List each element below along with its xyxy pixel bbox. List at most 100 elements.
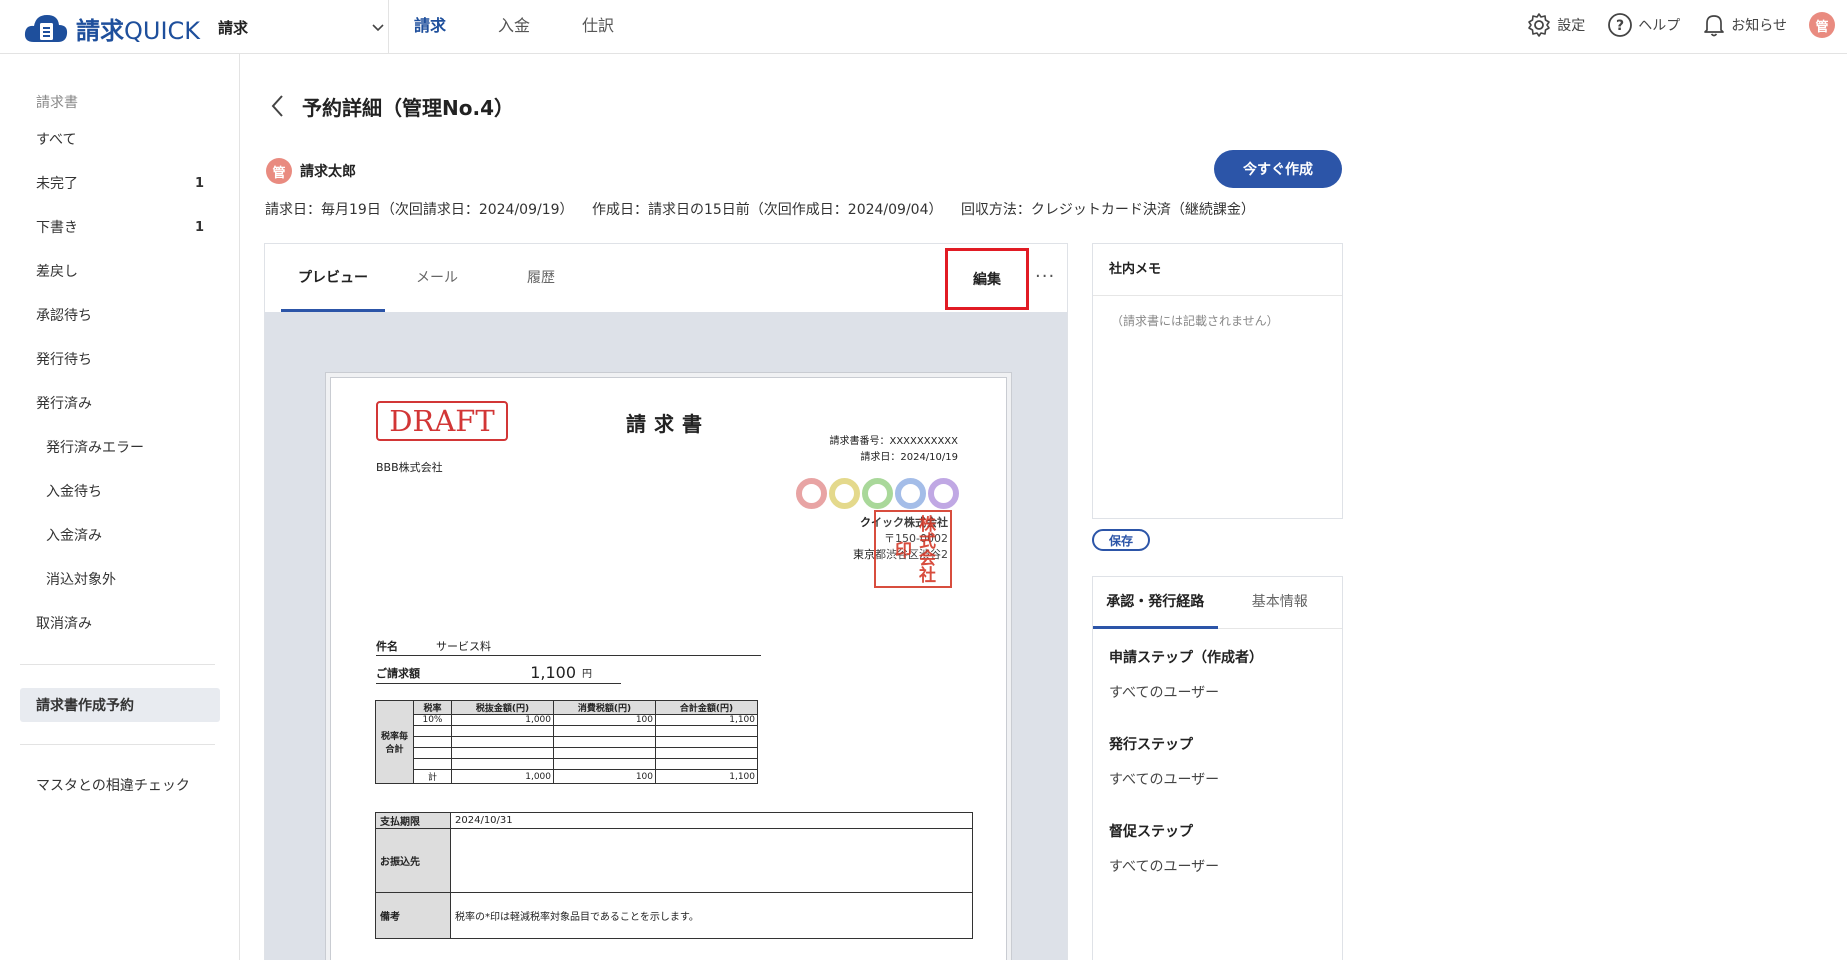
sidebar-item-reservation[interactable]: 請求書作成予約 xyxy=(20,688,220,722)
notifications-button[interactable]: お知らせ xyxy=(1702,12,1787,38)
sidebar-item-label: 入金済み xyxy=(46,528,102,544)
nav-payment[interactable]: 入金 xyxy=(472,0,556,54)
note-label: 備考 xyxy=(375,892,451,939)
table-row xyxy=(376,758,758,770)
bell-icon xyxy=(1704,15,1725,37)
tax-header: 合計金額(円) xyxy=(655,700,758,715)
create-now-button[interactable]: 今すぐ作成 xyxy=(1214,150,1342,188)
nav-billing[interactable]: 請求 xyxy=(388,0,472,54)
memo-title: 社内メモ xyxy=(1093,244,1342,296)
chevron-left-icon xyxy=(271,95,283,117)
tab-mail[interactable]: メール xyxy=(385,244,489,312)
page-title: 予約詳細（管理No.4） xyxy=(302,96,514,120)
sidebar-item-issued[interactable]: 発行済み xyxy=(20,386,220,420)
table-row: 計 1,000 100 1,100 xyxy=(376,769,758,784)
billing-day: 請求日：毎月19日（次回請求日：2024/09/19） xyxy=(265,202,574,218)
sidebar-item-awaiting-issue[interactable]: 発行待ち xyxy=(20,342,220,376)
sidebar-item-draft[interactable]: 下書き 1 xyxy=(20,210,220,244)
draft-stamp: DRAFT xyxy=(376,401,508,441)
tax-total-label: 計 xyxy=(413,769,452,784)
settings-button[interactable]: 設定 xyxy=(1526,12,1585,38)
approval-circle xyxy=(796,478,827,509)
sidebar-item-all[interactable]: すべて xyxy=(20,122,220,156)
create-day: 作成日：請求日の15日前（次回作成日：2024/09/04） xyxy=(591,202,943,218)
module-select-value: 請求 xyxy=(218,18,249,37)
sidebar-item-awaiting-payment[interactable]: 入金待ち xyxy=(30,474,220,508)
notifications-label: お知らせ xyxy=(1731,18,1787,34)
settings-label: 設定 xyxy=(1557,18,1586,34)
sidebar-item-returned[interactable]: 差戻し xyxy=(20,254,220,288)
sidebar-item-label: 発行済みエラー xyxy=(46,440,144,456)
collection-method: 回収方法：クレジットカード決済（継続課金） xyxy=(960,202,1255,218)
module-select[interactable]: 請求 xyxy=(218,10,386,44)
tab-basic-info[interactable]: 基本情報 xyxy=(1218,577,1343,628)
sidebar-item-count: 1 xyxy=(194,175,204,191)
back-button[interactable] xyxy=(268,92,288,124)
company-seal: 株式会社印 xyxy=(874,510,952,588)
main-nav: 請求 入金 仕訳 xyxy=(388,0,640,54)
approval-card: 承認・発行経路 基本情報 申請ステップ（作成者） すべてのユーザー 発行ステップ… xyxy=(1092,576,1343,960)
invoice-paper: DRAFT 請求書 請求書番号：XXXXXXXXXX 請求日：2024/10/1… xyxy=(331,378,1006,960)
sidebar: 請求書 すべて 未完了 1 下書き 1 差戻し 承認待ち 発行待ち 発行済み 発行済… xyxy=(0,54,240,960)
table-row: 10% 1,000 100 1,100 xyxy=(376,714,758,726)
sidebar-item-paid[interactable]: 入金済み xyxy=(30,518,220,552)
help-button[interactable]: ? ヘルプ xyxy=(1607,12,1680,38)
sidebar-item-cancelled[interactable]: 取消済み xyxy=(20,606,220,640)
due-value: 2024/10/31 xyxy=(450,812,973,829)
amount-value: 1,100 xyxy=(530,663,576,682)
approval-circle xyxy=(862,478,893,509)
svg-text:?: ? xyxy=(1616,18,1624,34)
sidebar-item-incomplete[interactable]: 未完了 1 xyxy=(20,166,220,200)
creator-avatar: 管 xyxy=(266,158,292,184)
creator-info: 管 請求太郎 xyxy=(266,158,356,184)
tax-header: 税率 xyxy=(413,700,452,715)
user-avatar[interactable]: 管 xyxy=(1809,12,1835,38)
sidebar-item-label: 差戻し xyxy=(36,264,78,280)
due-label: 支払期限 xyxy=(375,812,451,829)
top-right-menu: 設定 ? ヘルプ お知らせ 管 xyxy=(1526,12,1835,38)
sidebar-item-issue-error[interactable]: 発行済みエラー xyxy=(30,430,220,464)
app-logo[interactable]: 請求QUICK xyxy=(22,10,200,46)
more-options-icon[interactable]: ··· xyxy=(1035,266,1055,287)
sidebar-item-label: 発行待ち xyxy=(36,352,92,368)
edit-button[interactable]: 編集 xyxy=(945,248,1029,310)
tab-history[interactable]: 履歴 xyxy=(489,244,593,312)
seal-text: 株式会社印 xyxy=(891,515,935,583)
nav-journal[interactable]: 仕訳 xyxy=(556,0,640,54)
approval-tabs: 承認・発行経路 基本情報 xyxy=(1093,577,1342,629)
bank-value xyxy=(450,828,973,893)
sidebar-item-count: 1 xyxy=(194,219,204,235)
memo-input[interactable]: （請求書には記載されません） xyxy=(1093,296,1342,345)
tax-total-excl: 1,000 xyxy=(451,769,554,784)
tax-amount: 100 xyxy=(553,714,656,726)
subject-value: サービス料 xyxy=(436,639,491,653)
sidebar-item-excluded[interactable]: 消込対象外 xyxy=(30,562,220,596)
invoice-preview-area[interactable]: DRAFT 請求書 請求書番号：XXXXXXXXXX 請求日：2024/10/1… xyxy=(265,312,1067,960)
amount-unit: 円 xyxy=(582,669,592,680)
logo-text: 請求QUICK xyxy=(76,16,201,45)
sidebar-item-label: すべて xyxy=(36,132,77,148)
step-issue: 発行ステップ xyxy=(1109,737,1193,753)
step-application: 申請ステップ（作成者） xyxy=(1109,650,1263,666)
approval-circles xyxy=(796,478,959,509)
help-icon: ? xyxy=(1608,13,1633,37)
preview-card: プレビュー メール 履歴 編集 ··· DRAFT 請求書 請求書番号：XXXX… xyxy=(264,243,1068,960)
tab-approval-route[interactable]: 承認・発行経路 xyxy=(1093,577,1218,629)
amount-row: ご請求額 1,100 円 xyxy=(376,662,621,684)
sidebar-item-label: 消込対象外 xyxy=(46,572,116,588)
memo-save-button[interactable]: 保存 xyxy=(1092,529,1150,551)
tax-excl: 1,000 xyxy=(451,714,554,726)
table-row xyxy=(376,747,758,759)
invoice-number: 請求書番号：XXXXXXXXXX xyxy=(829,436,958,447)
tab-preview[interactable]: プレビュー xyxy=(281,244,385,312)
help-label: ヘルプ xyxy=(1638,18,1681,34)
approval-circle xyxy=(895,478,926,509)
amount-label: ご請求額 xyxy=(376,666,420,680)
step-application-user: すべてのユーザー xyxy=(1109,685,1220,701)
table-row xyxy=(376,736,758,748)
sidebar-item-master-check[interactable]: マスタとの相違チェック xyxy=(20,768,220,802)
sidebar-item-awaiting-approval[interactable]: 承認待ち xyxy=(20,298,220,332)
sidebar-item-label: 発行済み xyxy=(36,396,92,412)
table-row: お振込先 xyxy=(375,828,973,893)
sidebar-item-label: マスタとの相違チェック xyxy=(36,778,190,794)
